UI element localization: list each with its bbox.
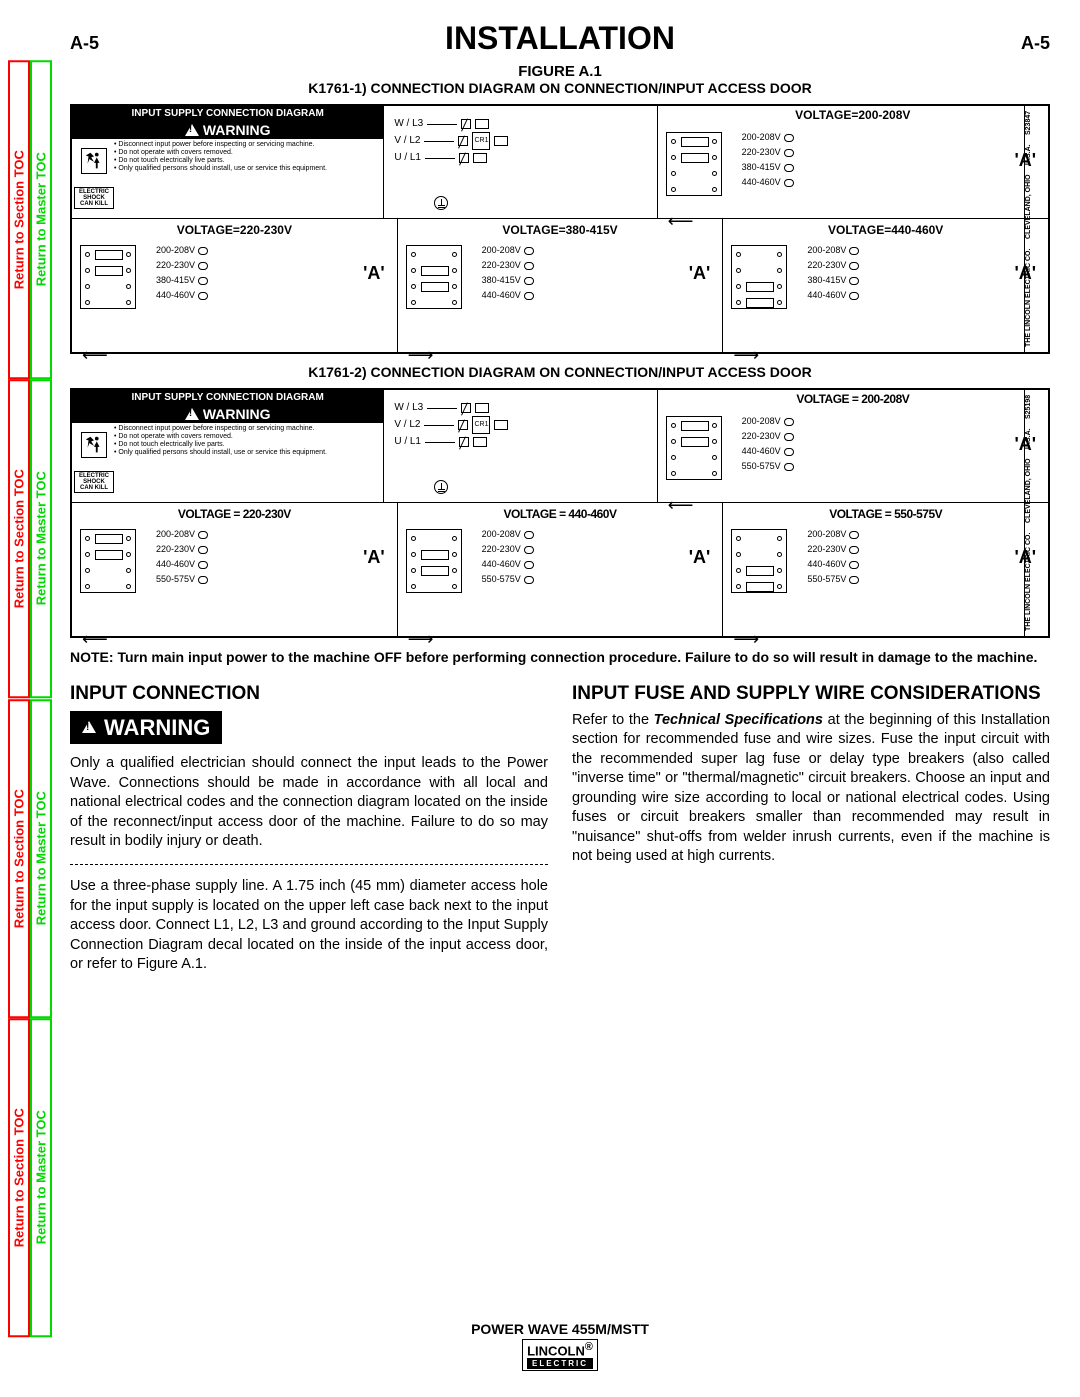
electric-shock-icon (81, 148, 107, 174)
arrow-left-icon: ⟵ (82, 345, 108, 366)
page-content: A-5 INSTALLATION A-5 FIGURE A.1 K1761-1)… (70, 20, 1050, 1377)
return-master-toc-tab[interactable]: Return to Master TOC (30, 60, 52, 379)
arrow-right-icon: ⟶ (733, 345, 759, 366)
warning-bullet-list: Disconnect input power before inspecting… (114, 425, 381, 500)
voltage-title: VOLTAGE=220-230V (72, 221, 397, 237)
return-master-toc-tab[interactable]: Return to Master TOC (30, 699, 52, 1018)
warning-strip: WARNING (72, 121, 383, 139)
switch-block-icon (406, 529, 462, 593)
switch-block-icon (80, 529, 136, 593)
switch-block-icon (80, 245, 136, 309)
page-footer: POWER WAVE 455M/MSTT LINCOLN® ELECTRIC (70, 1321, 1050, 1371)
page-title: INSTALLATION (99, 20, 1021, 57)
voltage-title: VOLTAGE=200-208V (658, 106, 1048, 122)
arrow-right-icon: ⟶ (408, 629, 434, 650)
input-connection-heading: INPUT CONNECTION (70, 681, 548, 707)
shock-label: ELECTRIC SHOCK CAN KILL (74, 187, 114, 209)
return-master-toc-tab[interactable]: Return to Master TOC (30, 1018, 52, 1337)
warning-bar: WARNING (70, 711, 222, 745)
switch-block-icon (666, 132, 722, 196)
terminal-wiring: W / L3 V / L2CR1 U / L1 (384, 106, 657, 218)
page-number-right: A-5 (1021, 33, 1050, 54)
figure-subtitle-1: K1761-1) CONNECTION DIAGRAM ON CONNECTIO… (70, 80, 1050, 96)
switch-block-icon (731, 245, 787, 309)
return-section-toc-tab[interactable]: Return to Section TOC (8, 60, 30, 379)
voltage-title: VOLTAGE = 440-460V (398, 505, 723, 521)
arrow-left-icon: ⟵ (82, 629, 108, 650)
paragraph: Use a three-phase supply line. A 1.75 in… (70, 877, 548, 975)
voltage-title: VOLTAGE=440-460V (723, 221, 1048, 237)
warning-bullet-list: Disconnect input power before inspecting… (114, 141, 381, 216)
model-name: POWER WAVE 455M/MSTT (70, 1321, 1050, 1337)
warning-triangle-icon (185, 408, 199, 420)
return-master-toc-tab[interactable]: Return to Master TOC (30, 379, 52, 698)
terminal-wiring: W / L3 V / L2CR1 U / L1 (384, 390, 657, 502)
diagram-header: INPUT SUPPLY CONNECTION DIAGRAM (72, 390, 383, 405)
paragraph: Refer to the Technical Specifications at… (572, 711, 1050, 868)
switch-block-icon (406, 245, 462, 309)
return-section-toc-tab[interactable]: Return to Section TOC (8, 379, 30, 698)
right-column: INPUT FUSE AND SUPPLY WIRE CONSIDERATION… (572, 681, 1050, 975)
warning-triangle-icon (185, 124, 199, 136)
warning-triangle-icon (82, 721, 96, 733)
return-section-toc-tab[interactable]: Return to Section TOC (8, 1018, 30, 1337)
ground-icon (434, 196, 448, 210)
note-text: NOTE: Turn main input power to the machi… (70, 648, 1050, 667)
voltage-list: 200-208V 220-230V 380-415V 440-460V (742, 130, 794, 190)
voltage-title: VOLTAGE = 220-230V (72, 505, 397, 521)
ground-icon (434, 480, 448, 494)
figure-title: FIGURE A.1 (70, 63, 1050, 80)
side-tabs: Return to Section TOC Return to Section … (8, 60, 52, 1337)
paragraph: Only a qualified electrician should conn… (70, 754, 548, 852)
arrow-right-icon: ⟶ (733, 629, 759, 650)
switch-block-icon (666, 416, 722, 480)
warning-strip: WARNING (72, 405, 383, 423)
return-section-toc-tab[interactable]: Return to Section TOC (8, 699, 30, 1018)
dashed-separator (70, 864, 548, 865)
voltage-title: VOLTAGE = 200-208V (658, 390, 1048, 406)
switch-block-icon (731, 529, 787, 593)
lincoln-electric-logo: LINCOLN® ELECTRIC (522, 1339, 598, 1371)
page-number-left: A-5 (70, 33, 99, 54)
manufacturer-strip: THE LINCOLN ELECTRIC CO.CLEVELAND, OHIOU… (1024, 106, 1046, 352)
manufacturer-strip: THE LINCOLN ELECTRIC CO.CLEVELAND, OHIOU… (1024, 390, 1046, 636)
electric-shock-icon (81, 432, 107, 458)
shock-label: ELECTRIC SHOCK CAN KILL (74, 471, 114, 493)
diagram-header: INPUT SUPPLY CONNECTION DIAGRAM (72, 106, 383, 121)
input-fuse-heading: INPUT FUSE AND SUPPLY WIRE CONSIDERATION… (572, 681, 1050, 707)
voltage-title: VOLTAGE=380-415V (398, 221, 723, 237)
connection-diagram-2: INPUT SUPPLY CONNECTION DIAGRAM WARNING … (70, 388, 1050, 638)
arrow-right-icon: ⟶ (408, 345, 434, 366)
left-column: INPUT CONNECTION WARNING Only a qualifie… (70, 681, 548, 975)
connection-diagram-1: INPUT SUPPLY CONNECTION DIAGRAM WARNING … (70, 104, 1050, 354)
voltage-title: VOLTAGE = 550-575V (723, 505, 1048, 521)
figure-subtitle-2: K1761-2) CONNECTION DIAGRAM ON CONNECTIO… (70, 364, 1050, 380)
